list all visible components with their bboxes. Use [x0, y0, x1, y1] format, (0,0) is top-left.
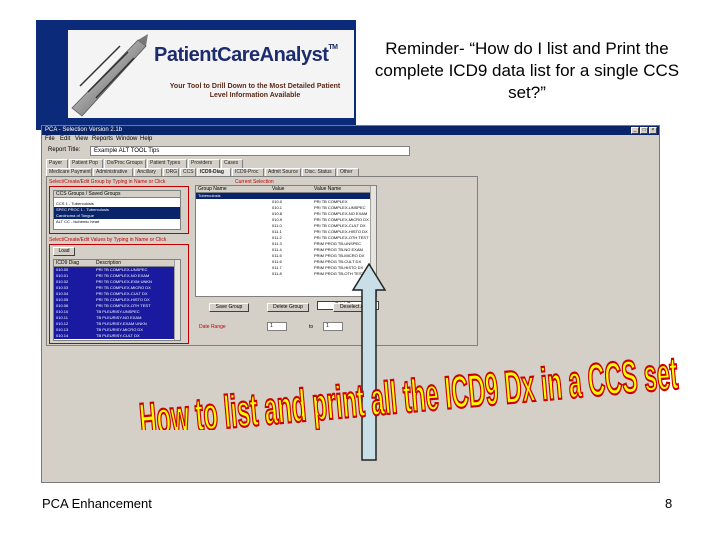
- menu-bar: File Edit View Reports Window Help: [42, 135, 659, 143]
- logo-panel: PatientCareAnalystTM Your Tool to Drill …: [68, 30, 354, 118]
- tab-dx-proc-groups[interactable]: Dx/Proc Groups: [104, 159, 146, 168]
- group-values-table[interactable]: Group Name Value Value Name Tuberculosis…: [195, 185, 377, 297]
- reminder-text: Reminder- “How do I list and Print the c…: [374, 39, 680, 102]
- icd9-code-cell: 010.14: [56, 333, 69, 338]
- big-title-text: How to list and print all the ICD9 Dx in…: [137, 350, 679, 430]
- date-range-label: Date Range: [199, 324, 226, 330]
- logo-banner: PatientCareAnalystTM Your Tool to Drill …: [36, 20, 356, 130]
- step2-label: Select/Create/Edit Values by Typing in N…: [49, 237, 167, 243]
- report-title-label: Report Title:: [48, 147, 81, 153]
- icd9-list[interactable]: ICD9 Diag Description 010.00 PRI TB COMPL…: [53, 259, 181, 341]
- table-row[interactable]: 011.8 PRIM PROG TB-OTH TEST: [196, 271, 376, 277]
- logo-tagline: Your Tool to Drill Down to the Most Deta…: [169, 83, 341, 99]
- trademark: TM: [328, 44, 338, 51]
- minimize-button[interactable]: _: [631, 127, 639, 134]
- big-title-graphic: How to list and print all the ICD9 Dx in…: [136, 350, 681, 430]
- value-cell: 011.8: [272, 271, 282, 276]
- list-item[interactable]: ALT CC - Ischemic heart: [54, 219, 180, 225]
- from-input[interactable]: 1: [267, 322, 287, 331]
- icd9-diag-panel: Select/Create/Edit Group by Typing in Na…: [46, 176, 478, 346]
- menu-edit[interactable]: Edit: [60, 136, 70, 142]
- save-group-button[interactable]: Save Group: [209, 303, 249, 312]
- menu-file[interactable]: File: [45, 136, 55, 142]
- logo-name-text: PatientCareAnalyst: [154, 44, 329, 66]
- step1-label: Select/Create/Edit Group by Typing in Na…: [49, 179, 166, 185]
- menu-window[interactable]: Window: [116, 136, 137, 142]
- window-title: PCA - Selection Version 2.1b: [45, 127, 123, 133]
- menu-help[interactable]: Help: [140, 136, 152, 142]
- tab-providers[interactable]: Providers: [188, 159, 220, 168]
- footer-label: PCA Enhancement: [42, 496, 152, 511]
- table-header: Group Name Value Value Name: [196, 186, 376, 193]
- logo-name: PatientCareAnalystTM: [154, 44, 338, 67]
- icd9-rows: 010.00 PRI TB COMPLEX-UNSPEC 010.01 PRI TB …: [54, 267, 180, 339]
- delete-group-button[interactable]: Delete Group: [267, 303, 309, 312]
- icd9-desc-cell: TB PLEURISY-CULT DX: [96, 333, 140, 338]
- page-number: 8: [665, 496, 673, 511]
- load-button[interactable]: Load: [53, 247, 75, 256]
- tab-patient-types[interactable]: Patient Types: [147, 159, 187, 168]
- drill-bit-icon: [71, 34, 148, 117]
- value-rows: 010.0 PRI TB COMPLEX 010.1 PRI TB COMPLEX-U…: [196, 199, 376, 277]
- maximize-button[interactable]: □: [640, 127, 648, 134]
- tab-patient-pop[interactable]: Patient Pop: [69, 159, 103, 168]
- close-button[interactable]: ×: [649, 127, 657, 134]
- window-titlebar: PCA - Selection Version 2.1b _ □ ×: [42, 126, 659, 135]
- icd9-list-header: ICD9 Diag Description: [54, 260, 180, 267]
- tab-cases[interactable]: Cases: [221, 159, 243, 168]
- menu-reports[interactable]: Reports: [92, 136, 113, 142]
- icd9-scrollbar[interactable]: [174, 260, 180, 340]
- tab-payer[interactable]: Payer: [46, 159, 68, 168]
- to-input[interactable]: 1: [323, 322, 343, 331]
- group-list[interactable]: CCS Groups / Saved Groups CCS 1 - Tuberc…: [53, 190, 181, 230]
- to-label: to: [309, 324, 314, 330]
- menu-view[interactable]: View: [75, 136, 88, 142]
- report-title-input[interactable]: Example ALT TOOL Tips: [90, 146, 410, 156]
- group-list-header: CCS Groups / Saved Groups: [54, 191, 180, 198]
- list-item[interactable]: 010.14 TB PLEURISY-CULT DX: [54, 333, 180, 339]
